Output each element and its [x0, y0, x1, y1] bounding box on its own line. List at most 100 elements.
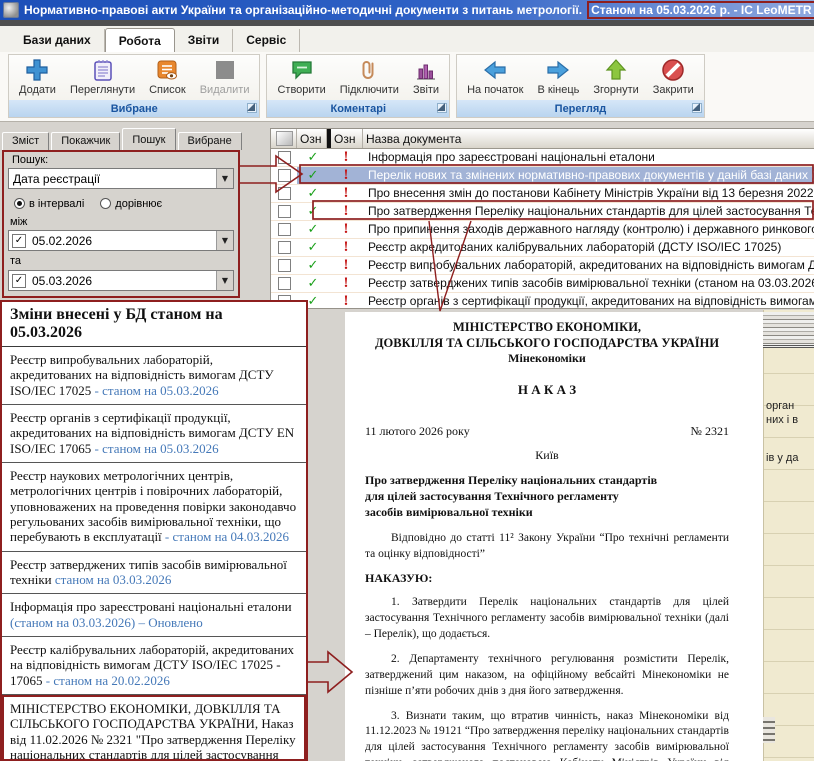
change-item[interactable]: Реєстр затверджених типів засобів вимірю… [2, 552, 306, 595]
row-checkbox[interactable] [278, 223, 291, 236]
document-title[interactable]: Реєстр органів з сертифікації продукції,… [363, 293, 814, 309]
chevron-down-icon[interactable]: ▼ [216, 231, 233, 250]
order-resolve-word: НАКАЗУЮ: [365, 571, 729, 586]
list-row[interactable]: ✓!Реєстр акредитованих калібрувальних ла… [271, 239, 814, 257]
list-row[interactable]: ✓!Реєстр органів з сертифікації продукці… [271, 293, 814, 309]
list-row[interactable]: ✓!Інформація про зареєстровані національ… [271, 149, 814, 167]
chevron-down-icon[interactable]: ▼ [216, 271, 233, 290]
list-button[interactable]: Список [147, 56, 188, 97]
tab-service[interactable]: Сервіс [233, 29, 300, 52]
window-title: Нормативно-правові акти України та орган… [24, 3, 582, 17]
dialog-launcher-icon[interactable] [692, 103, 702, 113]
order-paragraph: 1. Затвердити Перелік національних станд… [365, 595, 729, 643]
change-item[interactable]: Реєстр випробувальних лабораторій, акред… [2, 347, 306, 405]
change-item-date: - станом на 05.03.2026 [95, 441, 219, 456]
document-title[interactable]: Реєстр затверджених типів засобів вимірю… [363, 275, 814, 292]
list-row[interactable]: ✓!Реєстр випробувальних лабораторій, акр… [271, 257, 814, 275]
background-text-fragment: них і в [766, 414, 798, 426]
close-button[interactable]: Закрити [651, 56, 696, 97]
change-item[interactable]: Інформація про зареєстровані національні… [2, 594, 306, 637]
ribbon-group-favorites: Додати Переглянути Список Видалити Вибране [8, 54, 260, 118]
tab-search[interactable]: Пошук [122, 128, 175, 150]
change-item-highlighted[interactable]: МІНІСТЕРСТВО ЕКОНОМІКИ, ДОВКІЛЛЯ ТА СІЛЬ… [2, 695, 306, 761]
date-to-checkbox[interactable]: ✓ [12, 274, 26, 288]
radio-interval-label: в інтервалі [29, 198, 84, 210]
attach-button[interactable]: Підключити [338, 56, 401, 97]
dialog-launcher-icon[interactable] [247, 103, 257, 113]
tab-reports[interactable]: Звіти [175, 29, 233, 52]
column-header-ozn-1[interactable]: Озн [297, 129, 327, 148]
document-title[interactable]: Реєстр акредитованих калібрувальних лабо… [363, 239, 814, 256]
document-title[interactable]: Перелік нових та змінених нормативно-пра… [363, 167, 814, 184]
tab-contents[interactable]: Зміст [2, 132, 49, 150]
ribbon-button-label: Створити [277, 84, 325, 96]
column-header-ozn-2[interactable]: Озн [331, 129, 363, 148]
row-checkbox[interactable] [278, 205, 291, 218]
row-checkbox[interactable] [278, 151, 291, 164]
row-checkbox[interactable] [278, 259, 291, 272]
list-row[interactable]: ✓!Про затвердження Переліку національних… [271, 203, 814, 221]
view-button[interactable]: Переглянути [68, 56, 137, 97]
radio-equals[interactable]: дорівнює [100, 198, 162, 210]
row-checkbox[interactable] [278, 277, 291, 290]
search-field-select[interactable]: Дата реєстрації ▼ [8, 168, 234, 189]
go-start-button[interactable]: На початок [465, 56, 525, 97]
ribbon-group-view: На початок В кінець Згорнути Закрити Перегля… [456, 54, 705, 118]
ribbon-button-label: Переглянути [70, 84, 135, 96]
row-checkbox[interactable] [278, 241, 291, 254]
list-row-selected[interactable]: ✓!Перелік нових та змінених нормативно-п… [271, 167, 814, 185]
order-paragraph: 3. Визнати таким, що втратив чинність, н… [365, 709, 729, 761]
add-button[interactable]: Додати [17, 56, 58, 97]
change-item[interactable]: Реєстр органів з сертифікації продукції,… [2, 405, 306, 463]
list-row[interactable]: ✓!Про припинення заходів державного нагл… [271, 221, 814, 239]
tab-favorites[interactable]: Вибране [178, 132, 242, 150]
title-bar[interactable]: Нормативно-правові акти України та орган… [0, 0, 814, 20]
date-from-select[interactable]: ✓ 05.02.2026 ▼ [8, 230, 234, 251]
list-row[interactable]: ✓!Реєстр затверджених типів засобів вимі… [271, 275, 814, 293]
ribbon-group-title: Перегляд [457, 100, 704, 117]
check-icon: ✓ [308, 276, 319, 291]
tab-databases[interactable]: Бази даних [10, 29, 105, 52]
tab-work[interactable]: Робота [105, 28, 175, 53]
list-row[interactable]: ✓!Про внесення змін до постанови Кабінет… [271, 185, 814, 203]
ribbon-button-label: Список [149, 84, 186, 96]
change-item-date: - станом на 04.03.2026 [165, 529, 289, 544]
document-type: Н А К А З [365, 382, 729, 398]
document-title[interactable]: Інформація про зареєстровані національні… [363, 149, 814, 166]
change-item[interactable]: Реєстр наукових метрологічних центрів, м… [2, 463, 306, 552]
row-checkbox[interactable] [278, 169, 291, 182]
order-date: 11 лютого 2026 року [365, 424, 470, 439]
change-item-date: - станом на 20.02.2026 [46, 673, 170, 688]
search-label: Пошук: [12, 154, 48, 166]
ribbon-button-label: В кінець [537, 84, 579, 96]
go-end-button[interactable]: В кінець [535, 56, 581, 97]
check-icon: ✓ [308, 204, 319, 219]
delete-button: Видалити [198, 56, 252, 97]
date-to-select[interactable]: ✓ 05.03.2026 ▼ [8, 270, 234, 291]
comment-reports-button[interactable]: Звіти [411, 56, 441, 97]
column-header-name[interactable]: Назва документа [363, 129, 814, 148]
dialog-launcher-icon[interactable] [437, 103, 447, 113]
radio-interval[interactable]: в інтервалі [14, 198, 84, 210]
exclamation-icon: ! [344, 221, 349, 238]
chevron-down-icon[interactable]: ▼ [216, 169, 233, 188]
collapse-button[interactable]: Згорнути [591, 56, 640, 97]
date-from-checkbox[interactable]: ✓ [12, 234, 26, 248]
ministry-name-line1: МІНІСТЕРСТВО ЕКОНОМІКИ, [365, 320, 729, 336]
row-checkbox[interactable] [278, 187, 291, 200]
document-title[interactable]: Про внесення змін до постанови Кабінету … [363, 185, 814, 202]
arrow-right-icon [545, 57, 571, 83]
ribbon-group-title: Вибране [9, 100, 259, 117]
radio-dot-icon [14, 198, 25, 209]
document-title[interactable]: Реєстр випробувальних лабораторій, акред… [363, 257, 814, 274]
tab-index[interactable]: Покажчик [51, 132, 120, 150]
document-title[interactable]: Про припинення заходів державного нагляд… [363, 221, 814, 238]
exclamation-icon: ! [344, 185, 349, 202]
document-preview[interactable]: МІНІСТЕРСТВО ЕКОНОМІКИ, ДОВКІЛЛЯ ТА СІЛЬ… [345, 312, 763, 761]
arrow-left-icon [482, 57, 508, 83]
create-comment-button[interactable]: Створити [275, 56, 327, 97]
ribbon-tab-bar: Бази данихРоботаЗвітиСервіс [0, 26, 814, 52]
select-all-header[interactable] [271, 129, 297, 148]
change-item[interactable]: Реєстр калібрувальних лабораторій, акред… [2, 637, 306, 695]
document-title[interactable]: Про затвердження Переліку національних с… [363, 203, 814, 220]
